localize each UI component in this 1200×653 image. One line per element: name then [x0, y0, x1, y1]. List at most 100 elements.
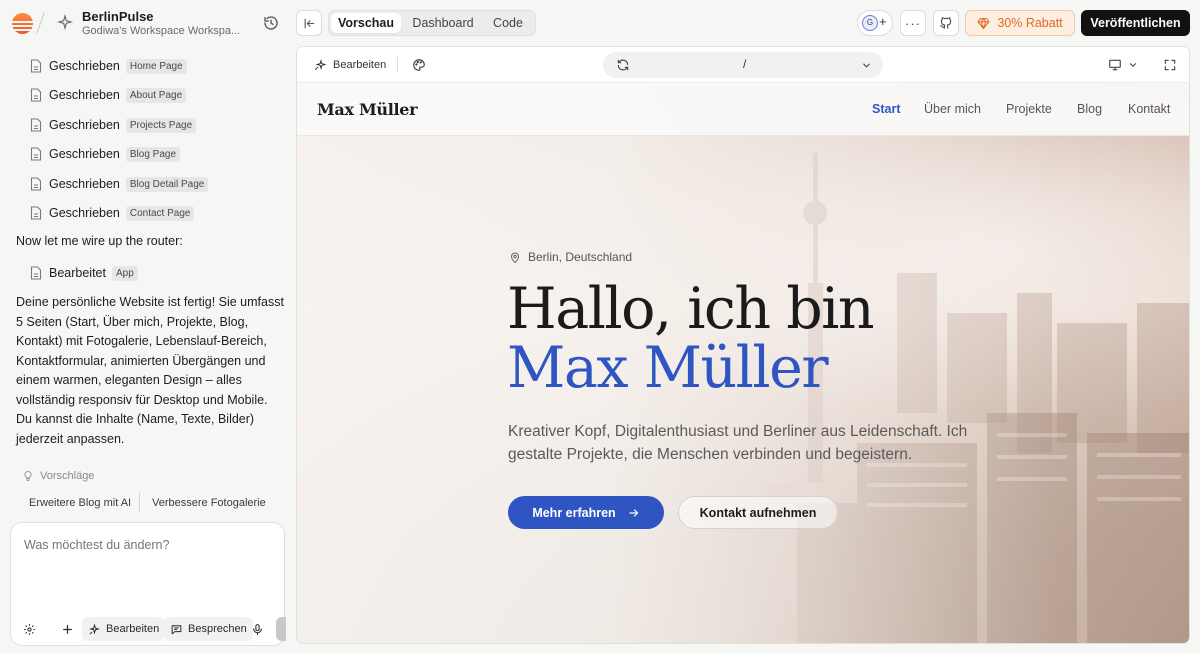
file-icon	[30, 59, 42, 73]
github-button[interactable]	[933, 10, 959, 36]
file-entry[interactable]: Geschrieben Blog Detail Page	[30, 174, 209, 194]
file-entry[interactable]: Geschrieben About Page	[30, 85, 187, 105]
file-icon	[30, 206, 42, 220]
more-button[interactable]: ···	[900, 10, 926, 36]
edit-mode-label: Bearbeiten	[106, 623, 160, 635]
discount-button[interactable]: 30% Rabatt	[965, 10, 1075, 36]
suggestion-chip[interactable]: Verbessere Fotogalerie	[152, 494, 266, 512]
discount-label: 30% Rabatt	[997, 16, 1063, 30]
site-navbar: Max Müller Start Über mich Projekte Blog…	[297, 83, 1189, 136]
arrow-right-icon	[629, 508, 639, 517]
avatar: G	[862, 15, 878, 31]
url-bar[interactable]: /	[603, 52, 883, 78]
logo-icon[interactable]	[12, 13, 33, 34]
file-tag: Blog Detail Page	[125, 176, 209, 192]
sparkle-icon	[88, 622, 101, 634]
collapse-sidebar-icon	[304, 18, 314, 28]
divider	[36, 12, 45, 34]
monitor-icon	[1109, 59, 1121, 71]
url-path: /	[743, 57, 747, 71]
hero-heading-line1: Hallo, ich bin	[507, 276, 875, 342]
plus-icon	[63, 624, 72, 634]
mic-button[interactable]	[251, 617, 265, 641]
add-button[interactable]	[61, 617, 75, 641]
file-icon	[30, 147, 42, 161]
location-text: Berlin, Deutschland	[528, 250, 633, 264]
chevron-down-icon[interactable]	[861, 60, 872, 71]
file-action: Geschrieben	[49, 118, 120, 132]
file-action: Geschrieben	[49, 206, 120, 220]
visual-edit-label: Bearbeiten	[333, 58, 387, 71]
site-brand[interactable]: Max Müller	[317, 100, 418, 119]
nav-start[interactable]: Start	[872, 102, 900, 116]
fullscreen-icon[interactable]	[1163, 58, 1177, 72]
collaborators[interactable]: G +	[857, 10, 893, 36]
project-name[interactable]: BerlinPulse	[82, 9, 154, 24]
publish-button[interactable]: Veröffentlichen	[1081, 10, 1190, 36]
hero-heading-name: Max Müller	[507, 335, 829, 401]
nav-projects[interactable]: Projekte	[1006, 102, 1052, 116]
mic-icon	[253, 623, 262, 635]
visual-edit-button[interactable]: Bearbeiten	[314, 58, 386, 71]
nav-blog[interactable]: Blog	[1077, 102, 1102, 116]
workspace-name[interactable]: Godiwa's Workspace Workspa...	[82, 25, 242, 37]
file-icon	[30, 118, 42, 132]
file-action: Geschrieben	[49, 59, 120, 73]
learn-more-label: Mehr erfahren	[532, 505, 616, 520]
map-pin-icon	[510, 252, 520, 263]
assistant-message: Now let me wire up the router:	[16, 234, 183, 248]
contact-button[interactable]: Kontakt aufnehmen	[678, 496, 838, 529]
sparkle-icon	[315, 58, 327, 71]
file-tag: App	[111, 265, 138, 281]
divider	[397, 57, 398, 73]
sparkle-icon	[56, 13, 74, 31]
file-action: Bearbeitet	[49, 266, 106, 280]
settings-icon	[24, 623, 35, 635]
suggestion-chip[interactable]: Erweitere Blog mit AI	[29, 494, 131, 512]
github-icon	[940, 17, 952, 29]
discuss-mode-label: Besprechen	[188, 623, 247, 635]
file-icon	[30, 177, 42, 191]
prompt-input[interactable]	[24, 538, 264, 552]
invite-plus: +	[879, 14, 887, 29]
collapse-sidebar-button[interactable]	[296, 10, 322, 36]
device-selector[interactable]	[1108, 58, 1138, 72]
preview-toolbar: Bearbeiten /	[297, 47, 1189, 83]
gem-icon	[977, 17, 990, 29]
file-entry[interactable]: Geschrieben Blog Page	[30, 144, 181, 164]
file-entry[interactable]: Geschrieben Contact Page	[30, 203, 195, 223]
palette-icon[interactable]	[412, 58, 426, 72]
file-tag: About Page	[125, 87, 187, 103]
tab-preview[interactable]: Vorschau	[331, 13, 401, 33]
composer: Bearbeiten Besprechen	[10, 522, 286, 646]
settings-button[interactable]	[23, 617, 39, 641]
assistant-summary: Deine persönliche Website ist fertig! Si…	[16, 295, 284, 446]
discuss-mode-button[interactable]: Besprechen	[164, 617, 253, 641]
edit-mode-button[interactable]: Bearbeiten	[82, 617, 166, 641]
file-tag: Projects Page	[125, 117, 197, 133]
file-entry[interactable]: Geschrieben Projects Page	[30, 115, 197, 135]
file-tag: Home Page	[125, 58, 187, 74]
view-tabs: Vorschau Dashboard Code	[328, 10, 536, 36]
learn-more-button[interactable]: Mehr erfahren	[508, 496, 664, 529]
file-icon	[30, 266, 42, 280]
file-tag: Contact Page	[125, 205, 195, 221]
nav-about[interactable]: Über mich	[924, 102, 981, 116]
location-label: Berlin, Deutschland	[509, 250, 632, 264]
nav-contact[interactable]: Kontakt	[1128, 102, 1170, 116]
file-action: Geschrieben	[49, 147, 120, 161]
divider	[139, 492, 140, 512]
suggestions-header: Vorschläge	[22, 470, 94, 482]
history-icon[interactable]	[263, 15, 279, 31]
file-icon	[30, 88, 42, 102]
chat-icon	[171, 624, 182, 634]
send-button[interactable]	[276, 617, 286, 641]
file-entry[interactable]: Geschrieben Home Page	[30, 56, 187, 76]
reload-icon[interactable]	[616, 58, 630, 72]
tab-code[interactable]: Code	[483, 13, 533, 33]
lightbulb-icon	[24, 470, 32, 481]
file-entry[interactable]: Bearbeitet App	[30, 263, 138, 283]
hero-lead: Kreativer Kopf, Digitalenthusiast und Be…	[508, 423, 968, 463]
file-action: Geschrieben	[49, 88, 120, 102]
tab-dashboard[interactable]: Dashboard	[405, 13, 481, 33]
